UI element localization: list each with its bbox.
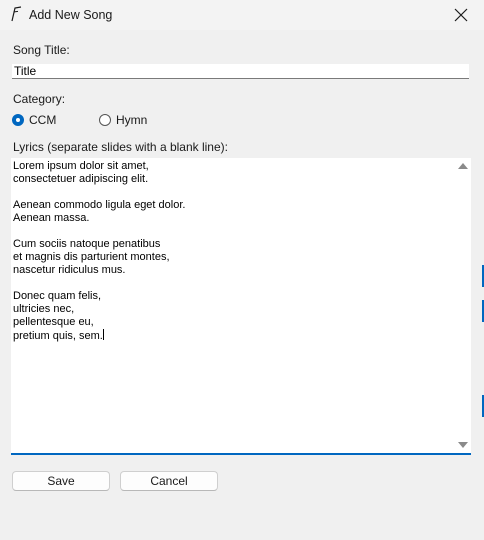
category-label: Category:: [13, 92, 66, 106]
radio-ccm-label: CCM: [29, 113, 57, 127]
lyrics-scrollbar[interactable]: [454, 158, 471, 453]
song-title-input[interactable]: Title: [12, 64, 469, 79]
window-title: Add New Song: [29, 8, 113, 22]
lyrics-content: Lorem ipsum dolor sit amet, consectetuer…: [13, 160, 443, 343]
category-radio-ccm[interactable]: CCM: [12, 113, 56, 127]
music-note-icon: [7, 6, 23, 22]
close-button[interactable]: [438, 0, 484, 30]
title-bar[interactable]: Add New Song: [0, 0, 484, 30]
add-song-dialog: Add New Song Song Title: Title Category:…: [0, 0, 484, 540]
category-radio-hymn[interactable]: Hymn: [99, 113, 147, 127]
song-title-label: Song Title:: [13, 43, 70, 57]
scroll-down-arrow-icon[interactable]: [458, 442, 468, 448]
cancel-button[interactable]: Cancel: [120, 471, 218, 491]
radio-hymn-label: Hymn: [116, 113, 148, 127]
lyrics-textarea[interactable]: Lorem ipsum dolor sit amet, consectetuer…: [11, 158, 471, 455]
lyrics-label: Lyrics (separate slides with a blank lin…: [13, 140, 228, 154]
close-icon: [454, 8, 468, 22]
lyrics-text: Lorem ipsum dolor sit amet, consectetuer…: [13, 160, 186, 342]
scroll-up-arrow-icon[interactable]: [458, 163, 468, 169]
text-caret: [102, 329, 104, 340]
save-button[interactable]: Save: [12, 471, 110, 491]
song-title-value: Title: [14, 64, 37, 78]
radio-unchecked-icon: [99, 114, 111, 126]
radio-checked-icon: [12, 114, 24, 126]
